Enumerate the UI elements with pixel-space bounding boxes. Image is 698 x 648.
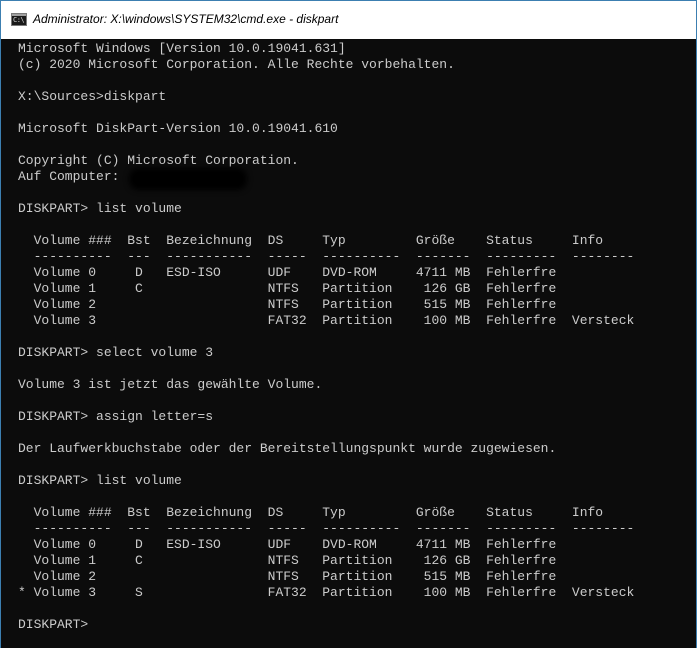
cmd-icon-glyph: C:\	[13, 15, 25, 24]
console-line: ---------- --- ----------- ----- -------…	[18, 521, 635, 536]
cmd-icon[interactable]: C:\	[11, 12, 27, 26]
console-line: X:\Sources>diskpart	[18, 89, 167, 104]
console-line: Volume 0 D ESD-ISO UDF DVD-ROM 4711 MB F…	[18, 537, 557, 552]
console-line: Copyright (C) Microsoft Corporation.	[18, 153, 299, 168]
console-line: Microsoft DiskPart-Version 10.0.19041.61…	[18, 121, 338, 136]
console-line: Microsoft Windows [Version 10.0.19041.63…	[18, 41, 346, 56]
console-line: DISKPART> select volume 3	[18, 345, 214, 360]
console-line: Volume ### Bst Bezeichnung DS Typ Größe …	[18, 233, 604, 248]
redacted-computer-name	[129, 168, 247, 190]
cmd-window: C:\ Administrator: X:\windows\SYSTEM32\c…	[0, 0, 697, 648]
console-line: ---------- --- ----------- ----- -------…	[18, 249, 635, 264]
console-line: DISKPART> list volume	[18, 201, 182, 216]
console-line: Volume 2 NTFS Partition 515 MB Fehlerfre	[18, 297, 557, 312]
console-line: (c) 2020 Microsoft Corporation. Alle Rec…	[18, 57, 455, 72]
console-line: DISKPART> assign letter=s	[18, 409, 214, 424]
console-line: DISKPART>	[18, 617, 97, 632]
window-title: Administrator: X:\windows\SYSTEM32\cmd.e…	[33, 12, 339, 26]
console-line: Volume 1 C NTFS Partition 126 GB Fehlerf…	[18, 281, 557, 296]
console-line: Volume ### Bst Bezeichnung DS Typ Größe …	[18, 505, 604, 520]
title-bar[interactable]: C:\ Administrator: X:\windows\SYSTEM32\c…	[1, 1, 696, 39]
console-line: Der Laufwerkbuchstabe oder der Bereitste…	[18, 441, 557, 456]
console-line: Auf Computer:	[18, 169, 128, 184]
console-line: Volume 3 FAT32 Partition 100 MB Fehlerfr…	[18, 313, 635, 328]
console-line: Volume 1 C NTFS Partition 126 GB Fehlerf…	[18, 553, 557, 568]
console-line: Volume 0 D ESD-ISO UDF DVD-ROM 4711 MB F…	[18, 265, 557, 280]
console-output[interactable]: Microsoft Windows [Version 10.0.19041.63…	[1, 41, 696, 648]
console-line: Volume 2 NTFS Partition 515 MB Fehlerfre	[18, 569, 557, 584]
console-line: Volume 3 ist jetzt das gewählte Volume.	[18, 377, 323, 392]
console-line: * Volume 3 S FAT32 Partition 100 MB Fehl…	[18, 585, 635, 600]
console-line: DISKPART> list volume	[18, 473, 182, 488]
